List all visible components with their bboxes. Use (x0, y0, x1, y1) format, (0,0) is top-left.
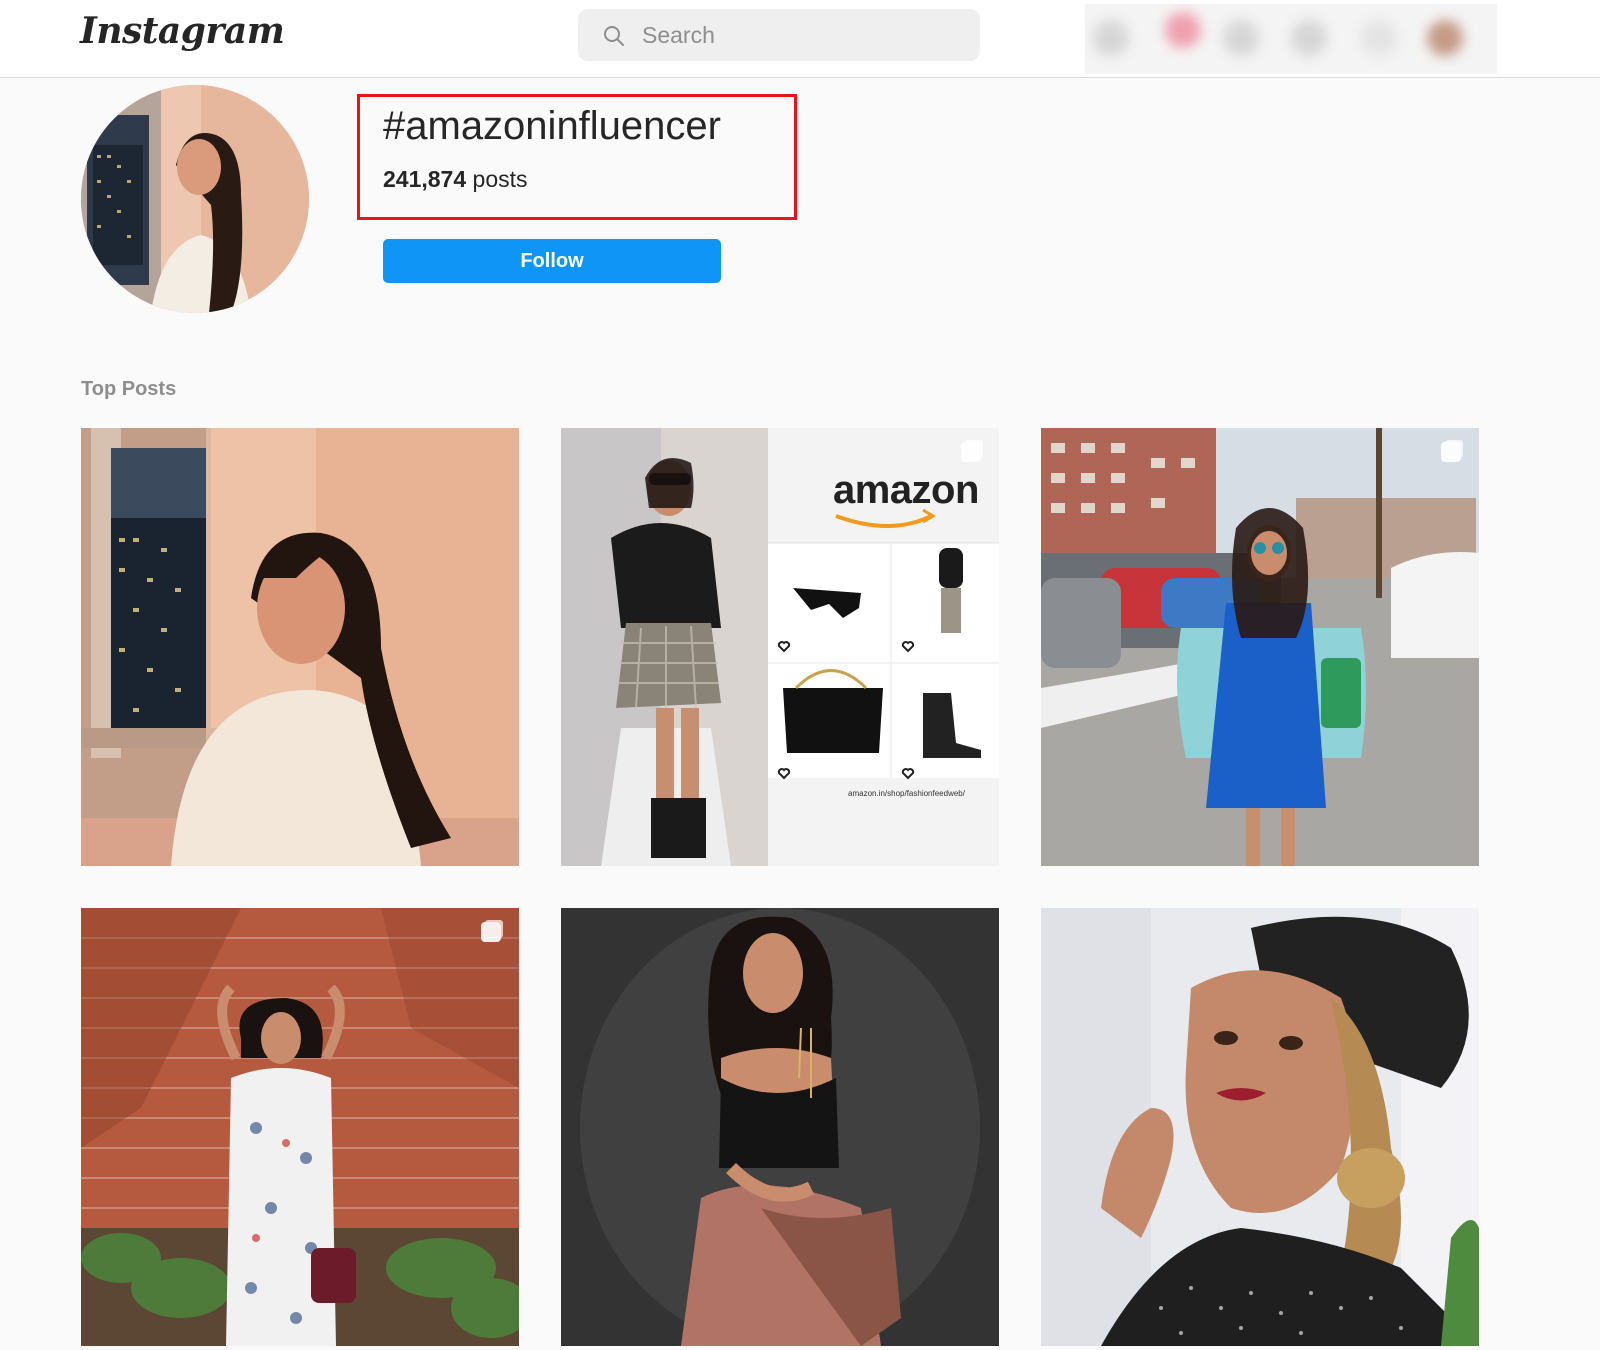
instagram-logo[interactable]: Instagram (80, 10, 285, 52)
post-thumbnail-4[interactable] (81, 908, 519, 1346)
posts-count: 241,874 posts (383, 166, 528, 193)
explore-icon[interactable] (1291, 20, 1327, 56)
home-icon[interactable] (1093, 20, 1129, 56)
post-thumbnail-1[interactable] (81, 428, 519, 866)
post-thumbnail-5[interactable] (561, 908, 999, 1346)
search-box[interactable] (578, 9, 980, 61)
post-thumbnail-2[interactable]: amazon amazon.in/shop/fashionfeedweb/ (561, 428, 999, 866)
amazon-shop-url: amazon.in/shop/fashionfeedweb/ (848, 789, 965, 798)
search-input[interactable] (642, 9, 962, 61)
amazon-brand-text: amazon (833, 468, 979, 512)
top-posts-grid: amazon amazon.in/shop/fashionfeedweb/ (81, 428, 1479, 1350)
hashtag-profile-picture (81, 85, 309, 313)
hashtag-title: #amazoninfluencer (383, 104, 721, 148)
nav-icons-blurred (1085, 4, 1497, 74)
post-thumbnail-3[interactable] (1041, 428, 1479, 866)
messages-icon[interactable] (1165, 12, 1201, 48)
search-icon (604, 26, 624, 46)
multiple-posts-icon (1441, 442, 1461, 462)
multiple-posts-icon (961, 442, 981, 462)
top-navigation-bar: Instagram (0, 0, 1600, 78)
follow-button[interactable]: Follow (383, 239, 721, 283)
multiple-posts-icon (481, 922, 501, 942)
posts-count-label: posts (472, 166, 528, 192)
top-posts-heading: Top Posts (81, 378, 177, 400)
activity-icon[interactable] (1361, 20, 1397, 56)
new-post-icon[interactable] (1223, 20, 1259, 56)
profile-avatar[interactable] (1427, 20, 1463, 56)
posts-count-number: 241,874 (383, 166, 467, 192)
post-thumbnail-6[interactable] (1041, 908, 1479, 1346)
